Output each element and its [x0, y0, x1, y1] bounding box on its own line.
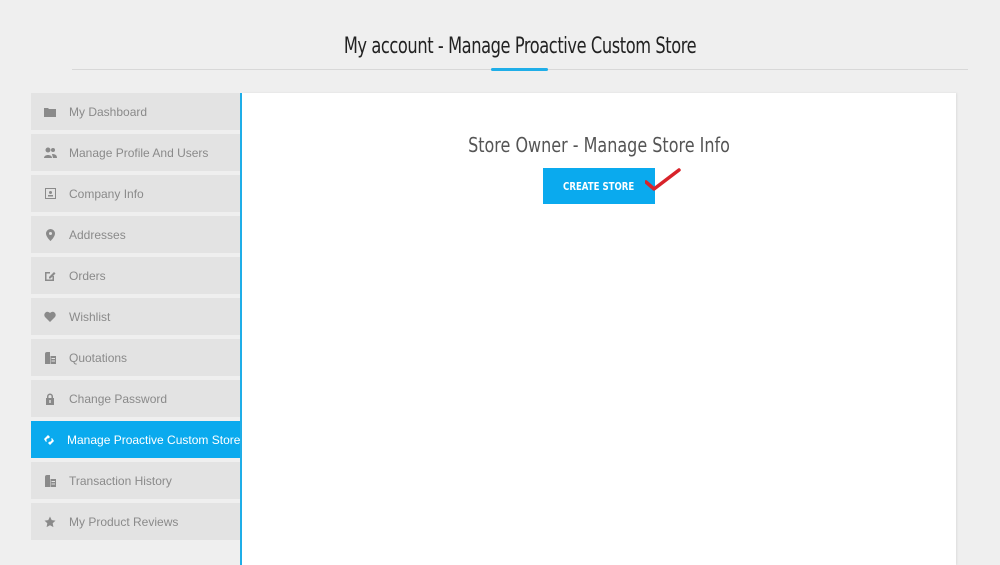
sidebar-item-label: Transaction History	[69, 473, 172, 488]
sidebar-item-manage-custom-store[interactable]: Manage Proactive Custom Store	[31, 421, 240, 458]
sidebar-item-orders[interactable]: Orders	[31, 257, 240, 294]
page-title: My account - Manage Proactive Custom Sto…	[343, 34, 697, 59]
title-accent-bar	[491, 68, 548, 71]
content-panel: Store Owner - Manage Store Info CREATE S…	[242, 93, 956, 565]
create-store-button[interactable]: CREATE STORE	[543, 168, 655, 204]
map-marker-icon	[43, 228, 57, 242]
users-icon	[43, 146, 57, 160]
star-icon	[43, 515, 57, 529]
sidebar-item-addresses[interactable]: Addresses	[31, 216, 240, 253]
sidebar-item-company-info[interactable]: Company Info	[31, 175, 240, 212]
sidebar-item-label: Manage Profile And Users	[69, 145, 209, 160]
contact-card-icon	[43, 187, 57, 201]
sidebar-item-label: Wishlist	[69, 309, 111, 324]
sidebar-item-label: Manage Proactive Custom Store	[67, 432, 241, 447]
store-link-icon	[43, 433, 55, 447]
documents-icon	[43, 351, 57, 365]
folder-icon	[43, 105, 57, 119]
sidebar-item-label: Change Password	[69, 391, 168, 406]
sidebar-item-my-dashboard[interactable]: My Dashboard	[31, 93, 240, 130]
sidebar-item-label: Quotations	[69, 350, 128, 365]
sidebar-item-quotations[interactable]: Quotations	[31, 339, 240, 376]
sidebar-item-label: My Product Reviews	[69, 514, 179, 529]
heart-icon	[43, 310, 57, 324]
section-title: Store Owner - Manage Store Info	[468, 133, 730, 157]
sidebar-item-change-password[interactable]: Change Password	[31, 380, 240, 417]
create-store-label: CREATE STORE	[563, 179, 635, 193]
sidebar-item-label: Addresses	[69, 227, 126, 242]
sidebar-item-manage-profile[interactable]: Manage Profile And Users	[31, 134, 240, 171]
sidebar-item-product-reviews[interactable]: My Product Reviews	[31, 503, 240, 540]
edit-icon	[43, 269, 57, 283]
lock-icon	[43, 392, 57, 406]
account-sidebar: My Dashboard Manage Profile And Users Co…	[31, 93, 240, 544]
checkmark-annotation-icon	[645, 168, 681, 191]
sidebar-item-label: My Dashboard	[69, 104, 148, 119]
sidebar-item-label: Company Info	[69, 186, 144, 201]
documents-icon	[43, 474, 57, 488]
sidebar-item-wishlist[interactable]: Wishlist	[31, 298, 240, 335]
sidebar-item-label: Orders	[69, 268, 106, 283]
sidebar-item-transaction-history[interactable]: Transaction History	[31, 462, 240, 499]
